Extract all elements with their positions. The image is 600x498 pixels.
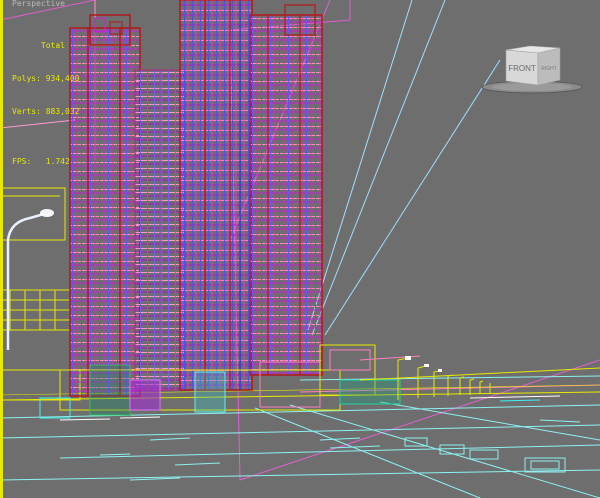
stats-fps-row: FPS: 1.742 [12,156,79,167]
stats-fps-value: 1.742 [45,157,70,166]
stats-polys-row: Polys: 934,400 [12,73,79,84]
tower-middle [134,69,186,391]
viewcube[interactable]: FRONT RIGHT [480,40,590,100]
statistics-overlay: Total Polys: 934,400 Verts: 883,032 FPS:… [12,18,79,189]
viewcube-front-label: FRONT [508,64,536,73]
tower-center [179,0,253,391]
stats-verts-row: Verts: 883,032 [12,106,79,117]
tower-right [249,4,323,376]
stats-fps-label: FPS: [12,157,32,166]
stats-total-row: Total [12,40,79,51]
perspective-viewport[interactable]: Perspective Total Polys: 934,400 Verts: … [0,0,600,498]
active-viewport-border [0,0,3,498]
stats-total-label: Total [40,41,65,50]
left-structures [0,187,81,401]
viewport-label[interactable]: Perspective [12,0,65,8]
stats-polys-label: Polys: [12,74,41,83]
street-lamp-left [6,209,54,350]
stats-polys-value: 934,400 [45,74,80,83]
tower-left [69,14,141,397]
stats-verts-value: 883,032 [45,107,80,116]
viewcube-right-label: RIGHT [541,66,557,72]
stats-verts-label: Verts: [12,107,41,116]
